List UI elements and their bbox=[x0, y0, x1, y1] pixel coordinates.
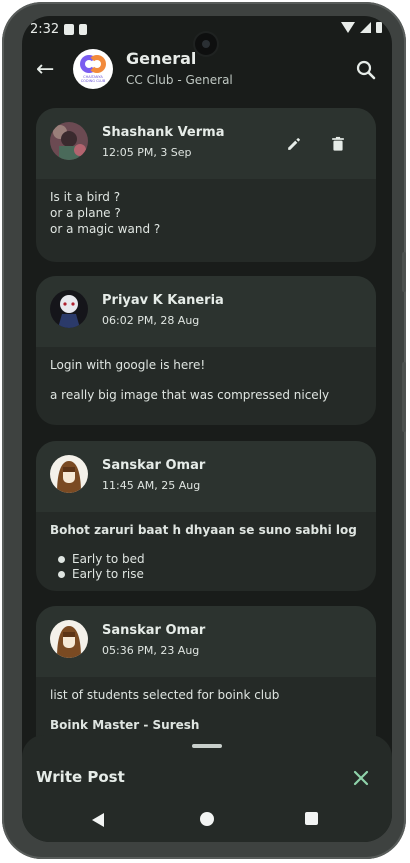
post-heading: Boink Master - Suresh bbox=[50, 718, 200, 732]
post-text-line: or a plane ? bbox=[50, 206, 121, 220]
power-button bbox=[402, 362, 406, 432]
post-header: Shashank Verma 12:05 PM, 3 Sep bbox=[36, 108, 376, 179]
post-card[interactable]: Priyav K Kaneria 06:02 PM, 28 Aug Login … bbox=[36, 276, 376, 425]
post-body: Bohot zaruri baat h dhyaan se suno sabhi… bbox=[36, 512, 376, 591]
edit-icon[interactable] bbox=[284, 134, 304, 154]
post-header: Sanskar Omar 05:36 PM, 23 Aug bbox=[36, 606, 376, 677]
channel-subtitle: CC Club - General bbox=[126, 73, 233, 87]
post-time: 06:02 PM, 28 Aug bbox=[102, 314, 200, 327]
post-body: Is it a bird ? or a plane ? or a magic w… bbox=[36, 179, 376, 251]
post-heading: Bohot zaruri baat h dhyaan se suno sabhi… bbox=[50, 523, 357, 537]
bullet-list: Early to bed Early to rise bbox=[50, 552, 362, 582]
post-time: 05:36 PM, 23 Aug bbox=[102, 644, 200, 657]
screen: 2:32 ← CHAITANYA CODING CLUB General CC … bbox=[22, 16, 392, 842]
phone-frame: 2:32 ← CHAITANYA CODING CLUB General CC … bbox=[2, 2, 406, 859]
post-author: Priyav K Kaneria bbox=[102, 293, 224, 308]
status-time: 2:32 bbox=[30, 22, 60, 37]
back-arrow-icon[interactable]: ← bbox=[36, 58, 54, 82]
club-logo-text: CHAITANYA CODING CLUB bbox=[80, 75, 106, 83]
volume-button bbox=[402, 252, 406, 292]
bullet-item: Early to rise bbox=[50, 567, 362, 582]
signal-icon bbox=[360, 22, 371, 33]
post-text-line: Is it a bird ? bbox=[50, 190, 121, 204]
system-nav-bar bbox=[22, 800, 392, 842]
post-text-line: list of students selected for boink club bbox=[50, 688, 280, 702]
delete-icon[interactable] bbox=[328, 134, 348, 154]
app-bar: ← CHAITANYA CODING CLUB General CC Club … bbox=[22, 44, 392, 100]
nav-home-icon[interactable] bbox=[200, 812, 214, 826]
avatar bbox=[50, 122, 88, 160]
post-text-line: Login with google is here! bbox=[50, 358, 206, 372]
avatar bbox=[50, 620, 88, 658]
nav-back-icon[interactable] bbox=[92, 813, 104, 827]
search-icon[interactable] bbox=[354, 58, 378, 82]
post-text-line: a really big image that was compressed n… bbox=[50, 388, 330, 402]
post-card[interactable]: Sanskar Omar 11:45 AM, 25 Aug Bohot zaru… bbox=[36, 441, 376, 591]
post-card[interactable]: Shashank Verma 12:05 PM, 3 Sep Is it a b… bbox=[36, 108, 376, 262]
post-author: Shashank Verma bbox=[102, 125, 225, 140]
post-author: Sanskar Omar bbox=[102, 623, 206, 638]
post-header: Priyav K Kaneria 06:02 PM, 28 Aug bbox=[36, 276, 376, 347]
write-post-title: Write Post bbox=[36, 768, 125, 786]
avatar bbox=[50, 455, 88, 493]
wifi-icon bbox=[341, 22, 355, 33]
close-icon[interactable] bbox=[352, 769, 370, 787]
nav-recents-icon[interactable] bbox=[305, 812, 318, 825]
avatar bbox=[50, 290, 88, 328]
bullet-item: Early to bed bbox=[50, 552, 362, 567]
post-text-line: or a magic wand ? bbox=[50, 222, 161, 236]
post-feed[interactable]: Shashank Verma 12:05 PM, 3 Sep Is it a b… bbox=[22, 100, 392, 842]
channel-title: General bbox=[126, 49, 197, 68]
post-time: 11:45 AM, 25 Aug bbox=[102, 479, 201, 492]
club-logo: CHAITANYA CODING CLUB bbox=[73, 49, 113, 89]
post-header: Sanskar Omar 11:45 AM, 25 Aug bbox=[36, 441, 376, 512]
post-body: Login with google is here! a really big … bbox=[36, 347, 376, 417]
notification-icon bbox=[64, 24, 74, 35]
sd-card-icon bbox=[79, 24, 87, 35]
post-author: Sanskar Omar bbox=[102, 458, 206, 473]
drag-handle[interactable] bbox=[192, 744, 222, 748]
post-time: 12:05 PM, 3 Sep bbox=[102, 146, 192, 159]
battery-icon bbox=[376, 22, 382, 33]
